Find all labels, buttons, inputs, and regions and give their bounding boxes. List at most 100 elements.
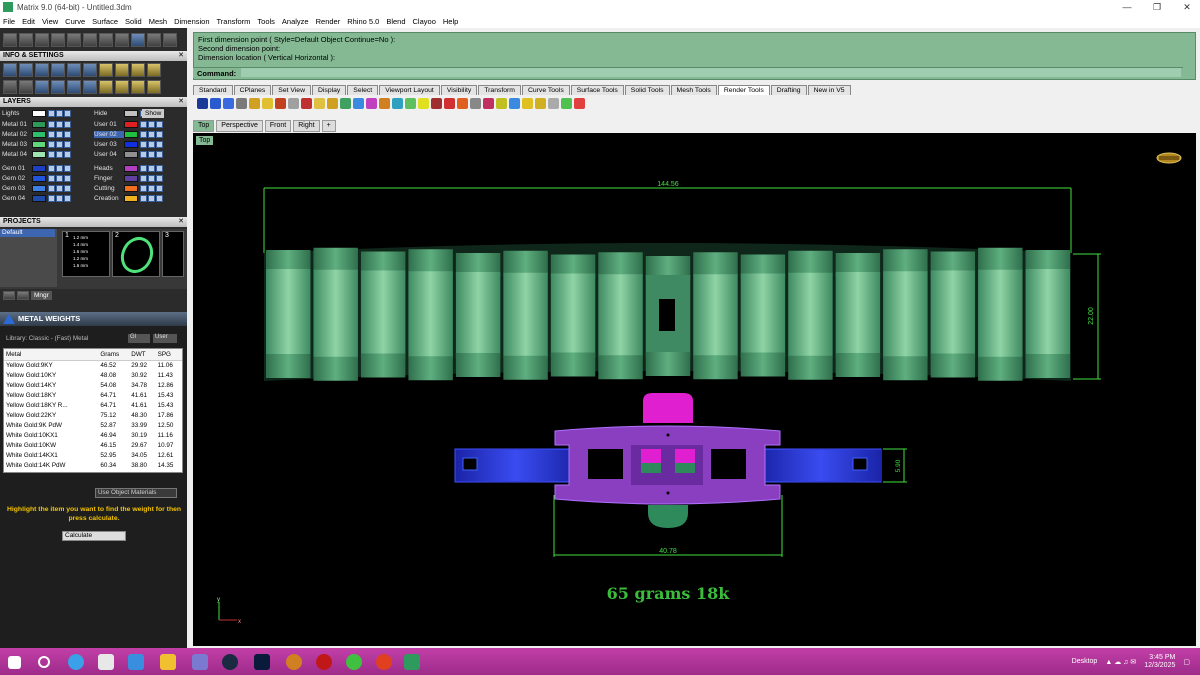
render-tool-icon[interactable] bbox=[431, 97, 442, 109]
render-tool-icon[interactable] bbox=[418, 97, 429, 109]
menu-help[interactable]: Help bbox=[443, 17, 458, 26]
crosshair-icon[interactable] bbox=[163, 33, 177, 47]
plugin-icon[interactable] bbox=[67, 80, 81, 94]
menu-clayoo[interactable]: Clayoo bbox=[413, 17, 436, 26]
layer-visible-icon[interactable] bbox=[48, 151, 55, 158]
layer-color-swatch[interactable] bbox=[32, 121, 46, 128]
toolbar-tab[interactable]: Transform bbox=[478, 85, 521, 95]
layer-row[interactable]: Metal 04 bbox=[2, 150, 72, 159]
layer-color-swatch[interactable] bbox=[124, 165, 138, 172]
material-icon[interactable] bbox=[35, 80, 49, 94]
column-header[interactable]: Metal bbox=[4, 349, 99, 361]
toolbar-tab[interactable]: Solid Tools bbox=[624, 85, 670, 95]
layer-lock-icon[interactable] bbox=[56, 131, 63, 138]
render-tool-icon[interactable] bbox=[496, 97, 507, 109]
layer-visible-icon[interactable] bbox=[48, 165, 55, 172]
menu-view[interactable]: View bbox=[42, 17, 58, 26]
layer-render-icon[interactable] bbox=[64, 165, 71, 172]
render-tool-icon[interactable] bbox=[249, 97, 260, 109]
layer-lock-icon[interactable] bbox=[56, 121, 63, 128]
layer-row[interactable]: User 02 bbox=[94, 130, 164, 139]
menu-mesh[interactable]: Mesh bbox=[149, 17, 167, 26]
menu-curve[interactable]: Curve bbox=[65, 17, 85, 26]
layer-lock-icon[interactable] bbox=[148, 151, 155, 158]
layer-render-icon[interactable] bbox=[156, 121, 163, 128]
tray-icons[interactable]: ▲ ☁ ♫ ✉ bbox=[1105, 658, 1136, 666]
layer-lock-icon[interactable] bbox=[56, 141, 63, 148]
menu-surface[interactable]: Surface bbox=[92, 17, 118, 26]
viewport-tab[interactable]: Front bbox=[264, 120, 292, 132]
layer-lock-icon[interactable] bbox=[148, 175, 155, 182]
render-icon[interactable] bbox=[83, 80, 97, 94]
column-header[interactable]: DWT bbox=[129, 349, 156, 361]
folder-icon[interactable] bbox=[35, 63, 49, 77]
grid-view-5-icon[interactable] bbox=[99, 80, 113, 94]
undo-icon[interactable] bbox=[83, 33, 97, 47]
render-tool-icon[interactable] bbox=[236, 97, 247, 109]
add-project-icon[interactable] bbox=[3, 291, 15, 300]
layer-visible-icon[interactable] bbox=[48, 121, 55, 128]
toolbar-tab[interactable]: Surface Tools bbox=[570, 85, 624, 95]
render-tool-icon[interactable] bbox=[327, 97, 338, 109]
grid-view-icon[interactable] bbox=[99, 63, 113, 77]
table-row[interactable]: Yellow Gold:10KY 48.08 30.92 11.43 bbox=[4, 370, 182, 380]
camera-icon[interactable] bbox=[19, 63, 33, 77]
toolbar-tab[interactable]: Set View bbox=[272, 85, 311, 95]
layer-color-swatch[interactable] bbox=[124, 141, 138, 148]
render-tool-icon[interactable] bbox=[353, 97, 364, 109]
layer-render-icon[interactable] bbox=[156, 165, 163, 172]
layers-icon[interactable] bbox=[51, 63, 65, 77]
layer-row[interactable]: Metal 03 bbox=[2, 140, 72, 149]
search-icon[interactable] bbox=[38, 656, 50, 668]
manager-button[interactable]: Mngr bbox=[31, 291, 52, 300]
toolbar-tab[interactable]: Viewport Layout bbox=[379, 85, 440, 95]
library-user-button[interactable]: User bbox=[153, 334, 177, 343]
app-icon-1[interactable] bbox=[192, 654, 208, 670]
layer-lock-icon[interactable] bbox=[56, 151, 63, 158]
render-tool-icon[interactable] bbox=[470, 97, 481, 109]
layer-render-icon[interactable] bbox=[64, 175, 71, 182]
project-thumb-3[interactable]: 3 bbox=[162, 231, 184, 277]
table-row[interactable]: White Gold:14K PdW 60.34 38.80 14.35 bbox=[4, 460, 182, 470]
render-tool-icon[interactable] bbox=[197, 97, 208, 109]
layer-color-swatch[interactable] bbox=[32, 141, 46, 148]
snap-icon[interactable] bbox=[19, 33, 33, 47]
layer-visible-icon[interactable] bbox=[48, 195, 55, 202]
desktop-label[interactable]: Desktop bbox=[1072, 658, 1098, 665]
up-project-icon[interactable] bbox=[17, 291, 29, 300]
filter-icon[interactable] bbox=[51, 80, 65, 94]
layer-visible-icon[interactable] bbox=[140, 141, 147, 148]
layer-row[interactable]: Heads bbox=[94, 164, 164, 173]
render-tool-icon[interactable] bbox=[301, 97, 312, 109]
matrix-taskbar-icon[interactable] bbox=[404, 654, 420, 670]
project-thumb-2[interactable]: 2 bbox=[112, 231, 160, 277]
layer-lock-icon[interactable] bbox=[148, 131, 155, 138]
toolbar-tab[interactable]: Display bbox=[312, 85, 347, 95]
settings-icon[interactable] bbox=[3, 63, 17, 77]
menu-file[interactable]: File bbox=[3, 17, 15, 26]
layer-lock-icon[interactable] bbox=[148, 141, 155, 148]
render-tool-icon[interactable] bbox=[223, 97, 234, 109]
layer-row[interactable]: Cutting bbox=[94, 184, 164, 193]
viewport-tab[interactable]: + bbox=[321, 120, 336, 132]
table-row[interactable]: White Gold:10KX1 46.94 30.19 11.16 bbox=[4, 430, 182, 440]
layer-row[interactable]: Metal 01 bbox=[2, 120, 72, 129]
layer-visible-icon[interactable] bbox=[140, 131, 147, 138]
render-tool-icon[interactable] bbox=[379, 97, 390, 109]
clock[interactable]: 3:45 PM 12/3/2025 bbox=[1144, 654, 1175, 670]
render-tool-icon[interactable] bbox=[392, 97, 403, 109]
layer-render-icon[interactable] bbox=[156, 151, 163, 158]
notification-icon[interactable]: ▢ bbox=[1183, 658, 1190, 666]
viewport-tab[interactable]: Top bbox=[193, 120, 215, 132]
edge-icon[interactable] bbox=[68, 654, 84, 670]
tolerance-3-icon[interactable] bbox=[131, 33, 145, 47]
layer-visible-icon[interactable] bbox=[48, 185, 55, 192]
grid-view-6-icon[interactable] bbox=[115, 80, 129, 94]
viewport-tab[interactable]: Perspective bbox=[216, 120, 263, 132]
layer-lock-icon[interactable] bbox=[56, 195, 63, 202]
layer-visible-icon[interactable] bbox=[140, 151, 147, 158]
render-tool-icon[interactable] bbox=[509, 97, 520, 109]
render-tool-icon[interactable] bbox=[444, 97, 455, 109]
chrome-icon[interactable] bbox=[376, 654, 392, 670]
layer-render-icon[interactable] bbox=[64, 121, 71, 128]
